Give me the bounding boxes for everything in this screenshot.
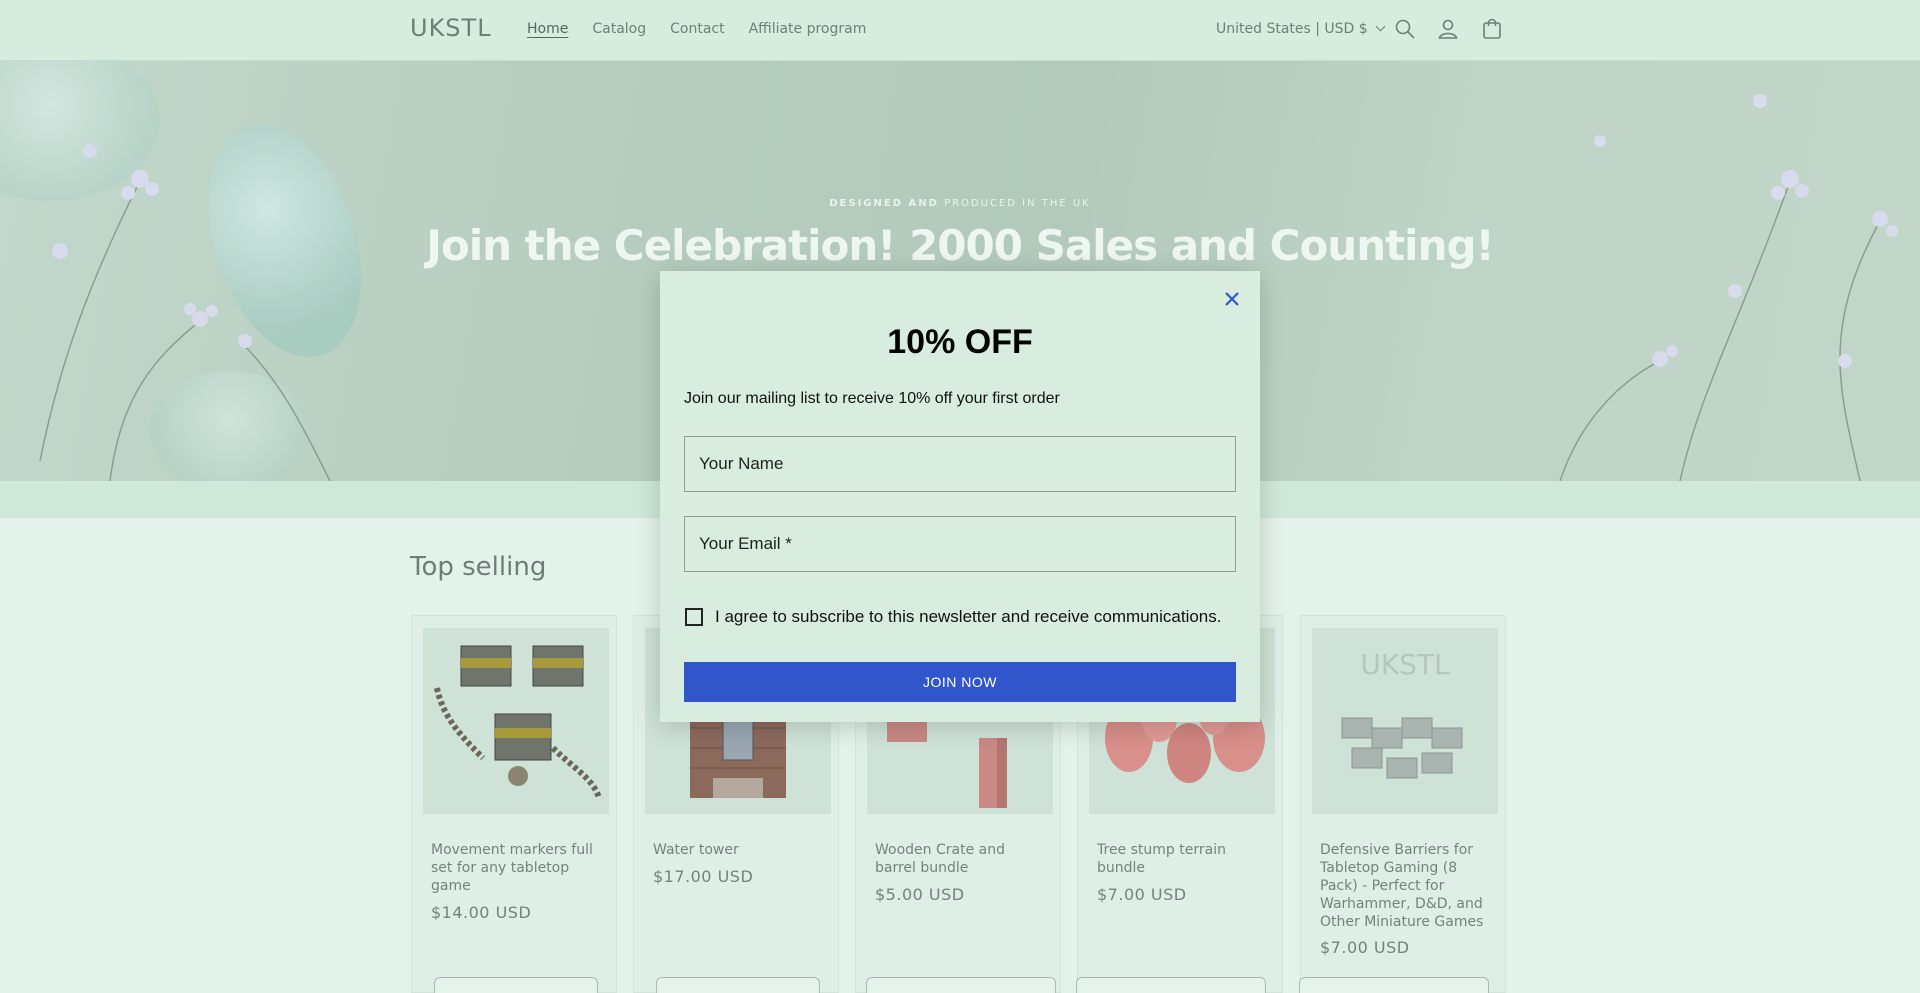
add-to-cart-button[interactable]	[1299, 977, 1489, 993]
email-field[interactable]	[684, 516, 1236, 572]
search-icon[interactable]	[1393, 17, 1417, 41]
country-selector[interactable]: United States | USD $	[1216, 21, 1386, 37]
product-price: $7.00 USD	[1097, 885, 1187, 904]
product-price: $5.00 USD	[875, 885, 965, 904]
country-selector-label: United States | USD $	[1216, 21, 1368, 37]
nav-catalog[interactable]: Catalog	[592, 21, 646, 37]
join-now-button[interactable]: JOIN NOW	[684, 662, 1236, 702]
product-title[interactable]: Tree stump terrain bundle	[1097, 841, 1267, 877]
main-nav: Home Catalog Contact Affiliate program	[527, 21, 866, 37]
add-to-cart-button[interactable]	[434, 977, 598, 993]
hero-subheading-bold: DESIGNED AND	[829, 198, 939, 209]
consent-label: I agree to subscribe to this newsletter …	[715, 607, 1222, 626]
account-icon[interactable]	[1436, 17, 1460, 41]
name-field[interactable]	[684, 436, 1236, 492]
product-title[interactable]: Water tower	[653, 841, 823, 859]
cart-icon[interactable]	[1480, 17, 1504, 41]
nav-home[interactable]: Home	[527, 21, 568, 37]
product-card[interactable]: UKSTL Defensive Barriers for Tabletop Ga…	[1299, 615, 1506, 993]
nav-affiliate-program[interactable]: Affiliate program	[749, 21, 867, 37]
product-price: $14.00 USD	[431, 903, 532, 922]
site-header: UKSTL Home Catalog Contact Affiliate pro…	[0, 0, 1920, 61]
popup-description: Join our mailing list to receive 10% off…	[684, 390, 1060, 407]
nav-contact[interactable]: Contact	[670, 21, 724, 37]
product-title[interactable]: Defensive Barriers for Tabletop Gaming (…	[1320, 841, 1490, 931]
popup-title: 10% OFF	[887, 323, 1033, 361]
add-to-cart-button[interactable]	[866, 977, 1056, 993]
hero-subheading-rest: PRODUCED IN THE UK	[938, 198, 1091, 209]
newsletter-popup: 10% OFF Join our mailing list to receive…	[660, 271, 1260, 722]
add-to-cart-button[interactable]	[656, 977, 820, 993]
close-icon[interactable]	[1222, 289, 1242, 309]
consent-checkbox[interactable]	[685, 608, 703, 626]
product-title[interactable]: Movement markers full set for any tablet…	[431, 841, 601, 895]
thumb-logo-text: UKSTL	[1360, 648, 1450, 681]
add-to-cart-button[interactable]	[1076, 977, 1266, 993]
product-title[interactable]: Wooden Crate and barrel bundle	[875, 841, 1045, 877]
product-price: $17.00 USD	[653, 867, 754, 886]
product-card[interactable]: Movement markers full set for any tablet…	[411, 615, 617, 993]
site-logo[interactable]: UKSTL	[410, 14, 492, 42]
hero-subheading: DESIGNED AND PRODUCED IN THE UK	[0, 198, 1920, 209]
chevron-down-icon	[1375, 21, 1386, 32]
section-title: Top selling	[410, 552, 547, 582]
hero-title: Join the Celebration! 2000 Sales and Cou…	[426, 221, 1494, 270]
product-image[interactable]	[423, 628, 609, 814]
product-image[interactable]: UKSTL	[1312, 628, 1498, 814]
product-price: $7.00 USD	[1320, 938, 1410, 957]
